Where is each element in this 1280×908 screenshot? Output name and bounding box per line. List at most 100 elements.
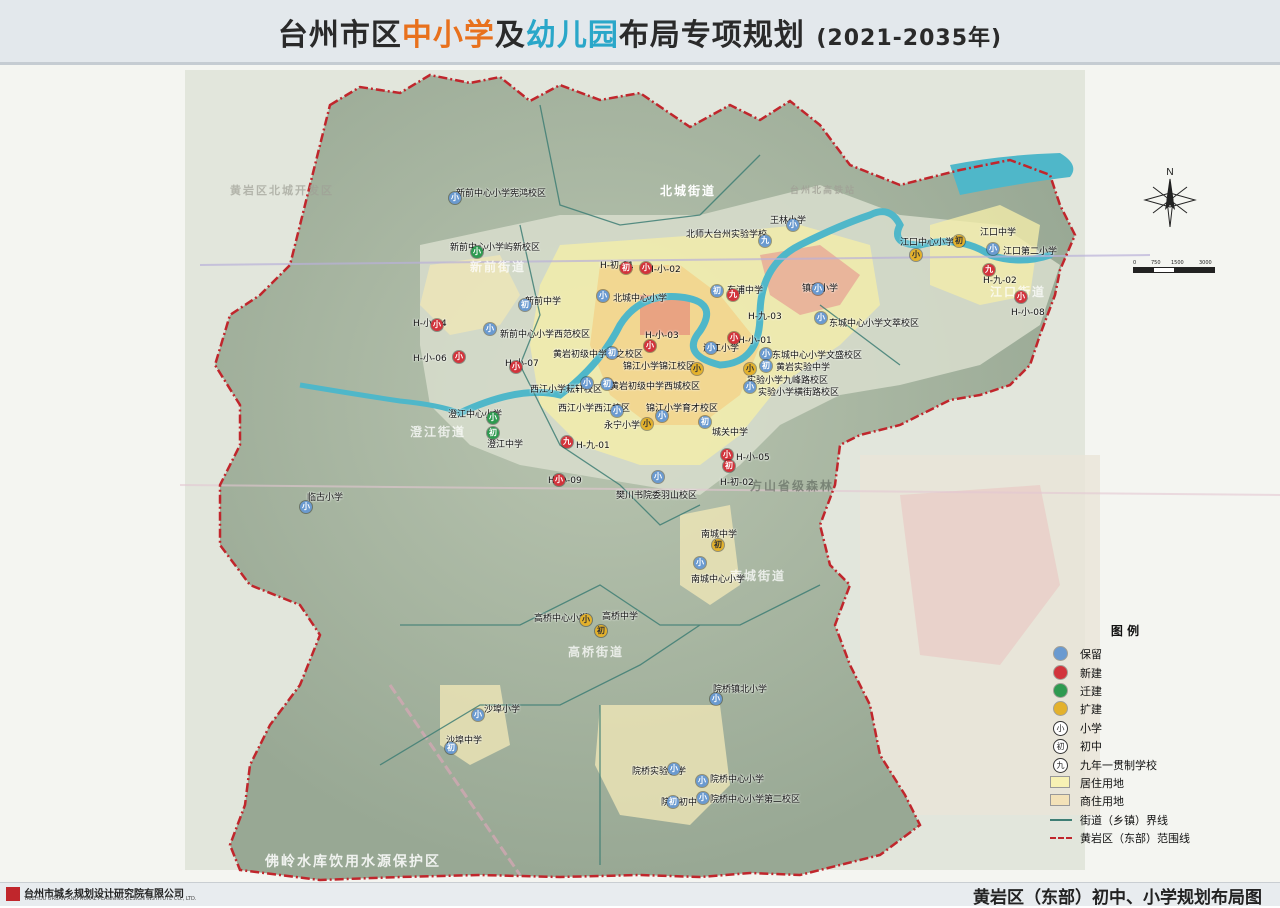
school-marker-icon[interactable]: 小 [431, 319, 443, 331]
school-label: 院桥镇北小学 [713, 685, 768, 695]
school-marker-icon[interactable]: 小 [580, 614, 592, 626]
legend-label: 扩建 [1080, 703, 1102, 717]
school-marker-icon[interactable]: 小 [471, 246, 483, 258]
school-marker-icon[interactable]: 小 [744, 381, 756, 393]
school-marker-icon[interactable]: 小 [656, 410, 668, 422]
school-marker-icon[interactable]: 小 [694, 557, 706, 569]
school-label: 南城中心小学 [691, 575, 746, 585]
school-marker-icon[interactable]: 小 [484, 323, 496, 335]
boundary-line-icon [1050, 818, 1072, 821]
school-marker-icon[interactable]: 小 [553, 474, 565, 486]
school-marker-icon[interactable]: 初 [606, 347, 618, 359]
header-bar: 台州市区中小学及幼儿园布局专项规划 (2021-2035年) [0, 0, 1280, 65]
school-marker-icon[interactable]: 小 [760, 348, 772, 360]
school-marker-icon[interactable]: 初 [760, 360, 772, 372]
school-marker-icon[interactable]: 初 [723, 460, 735, 472]
school-marker-icon[interactable]: 小 [487, 412, 499, 424]
school-marker-icon[interactable]: 小 [696, 775, 708, 787]
school-marker-icon[interactable]: 初 [699, 416, 711, 428]
school-marker-icon[interactable]: 小 [641, 418, 653, 430]
school-marker-icon[interactable]: 初 [445, 742, 457, 754]
legend-item: 商住用地 [1050, 792, 1200, 810]
school-label: 城关中学 [712, 428, 749, 438]
school-marker-icon[interactable]: 小 [987, 243, 999, 255]
school-label: 新前中心小学宪鸿校区 [456, 189, 547, 199]
school-marker-icon[interactable]: 九 [759, 235, 771, 247]
school-marker-icon[interactable]: 小 [449, 192, 461, 204]
school-marker-icon[interactable]: 小 [812, 283, 824, 295]
yellow-dot-icon [1054, 702, 1067, 716]
compass-icon: N [1143, 167, 1197, 228]
school-marker-icon[interactable]: 小 [597, 290, 609, 302]
school-marker-icon[interactable]: 小 [787, 219, 799, 231]
school-marker-icon[interactable]: 初 [712, 539, 724, 551]
school-label: H-小-02 [647, 265, 681, 275]
legend-label: 街道（乡镇）界线 [1080, 813, 1168, 827]
school-marker-icon[interactable]: 小 [510, 361, 522, 373]
legend-label: 商住用地 [1080, 795, 1124, 809]
page-title: 台州市区中小学及幼儿园布局专项规划 (2021-2035年) [0, 10, 1280, 54]
school-label: 新前中心小学屿新校区 [450, 243, 541, 253]
school-marker-icon[interactable]: 小 [611, 405, 623, 417]
school-label: 东城中心小学文萃校区 [829, 319, 920, 329]
school-marker-icon[interactable]: 初 [620, 262, 632, 274]
school-marker-icon[interactable]: 小 [644, 340, 656, 352]
school-marker-icon[interactable]: 小 [744, 363, 756, 375]
school-label: 院桥中心小学第二校区 [710, 795, 801, 805]
school-marker-icon[interactable]: 小 [705, 342, 717, 354]
legend-item: 扩建 [1050, 700, 1200, 718]
school-marker-icon[interactable]: 小 [728, 332, 740, 344]
school-marker-icon[interactable]: 九 [983, 264, 995, 276]
title-part: 布局 [618, 18, 681, 53]
map-place-label: 新前街道 [470, 260, 527, 274]
school-label: 院桥中心小学 [710, 775, 765, 785]
school-label: 临古小学 [307, 493, 344, 503]
title-part: 台州市区 [277, 18, 402, 53]
school-label: 南城中学 [701, 530, 738, 540]
school-marker-icon[interactable]: 小 [472, 709, 484, 721]
district-line-icon [1050, 837, 1072, 840]
school-label: 北师大台州实验学校 [686, 230, 768, 240]
school-marker-icon[interactable]: 小 [453, 351, 465, 363]
school-marker-icon[interactable]: 初 [667, 796, 679, 808]
school-marker-icon[interactable]: 小 [815, 312, 827, 324]
blue-dot-icon [1054, 647, 1067, 661]
school-label: 江口中学 [980, 228, 1017, 238]
school-marker-icon[interactable]: 初 [601, 378, 613, 390]
school-marker-icon[interactable]: 小 [691, 363, 703, 375]
legend-label: 黄岩区（东部）范围线 [1080, 832, 1190, 846]
legend-label: 九年一贯制学校 [1080, 758, 1157, 772]
legend-title: 图 例 [1110, 624, 1140, 638]
school-label: 江口第二小学 [1003, 247, 1058, 257]
legend-item: 初初中 [1050, 737, 1200, 755]
school-marker-icon[interactable]: 九 [561, 436, 573, 448]
school-marker-icon[interactable]: 小 [668, 763, 680, 775]
school-marker-icon[interactable]: 初 [953, 235, 965, 247]
commercial-swatch-icon [1050, 794, 1070, 807]
school-marker-icon[interactable]: 小 [710, 693, 722, 705]
school-marker-icon[interactable]: 小 [300, 501, 312, 513]
school-marker-icon[interactable]: 小 [1015, 291, 1027, 303]
school-marker-icon[interactable]: 小 [910, 249, 922, 261]
school-marker-icon[interactable]: 初 [519, 299, 531, 311]
title-part: 幼儿园 [525, 18, 619, 53]
school-label: 江口中心小学 [900, 238, 955, 248]
title-part: 中小学 [401, 18, 495, 53]
legend-item: 新建 [1050, 663, 1200, 681]
school-marker-icon[interactable]: 小 [581, 377, 593, 389]
school-label: H-九-01 [576, 441, 610, 451]
school-label: H-初-02 [720, 478, 754, 488]
school-label: 沙埠小学 [484, 705, 521, 715]
school-marker-icon[interactable]: 小 [652, 471, 664, 483]
school-marker-icon[interactable]: 初 [487, 427, 499, 439]
school-marker-icon[interactable]: 初 [711, 285, 723, 297]
school-marker-icon[interactable]: 初 [595, 625, 607, 637]
school-label: H-小-06 [413, 354, 447, 364]
school-marker-icon[interactable]: 小 [697, 792, 709, 804]
school-label: 锦江小学锦江校区 [623, 362, 696, 372]
legend-item: 保留 [1050, 645, 1200, 663]
school-marker-icon[interactable]: 九 [727, 289, 739, 301]
school-label: 北城中心小学 [613, 294, 668, 304]
school-marker-icon[interactable]: 小 [640, 262, 652, 274]
map-place-label: 方山省级森林 [750, 479, 835, 493]
